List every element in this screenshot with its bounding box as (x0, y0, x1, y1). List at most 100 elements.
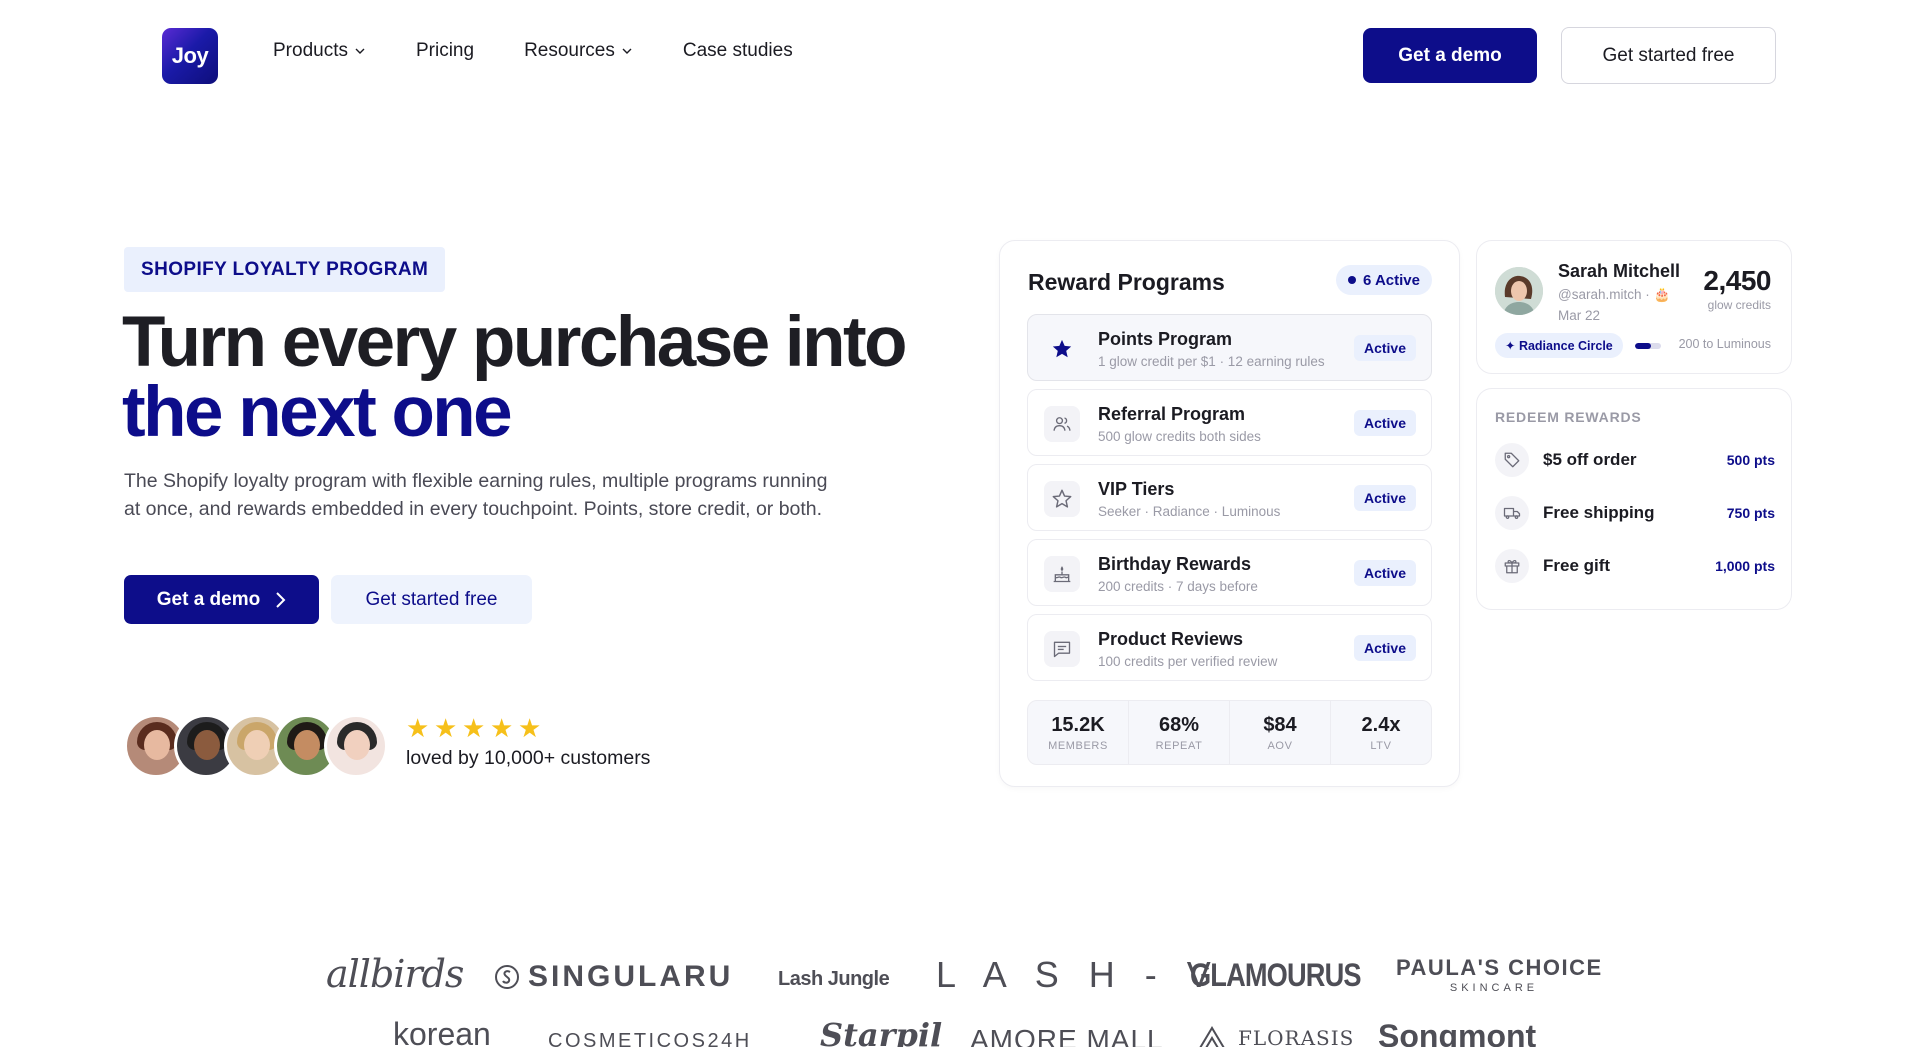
redeem-label: Free gift (1543, 556, 1611, 575)
brand-logo-paulas-choice: PAULA'S CHOICE SKINCARE (1396, 955, 1603, 994)
stat-value: 15.2K (1051, 713, 1105, 736)
eyebrow-badge: SHOPIFY LOYALTY PROGRAM (124, 247, 446, 292)
status-badge: Active (1353, 410, 1416, 436)
status-badge: Active (1353, 635, 1416, 661)
nav-pricing[interactable]: Pricing (416, 40, 474, 62)
truck-icon (1495, 496, 1529, 530)
program-desc: 1 glow credit per $1 · 12 earning rules (1098, 354, 1325, 369)
florasis-mark-icon (1199, 1026, 1225, 1047)
redeem-rewards-card: REDEEM REWARDS $5 off order 500 pts Free… (1476, 388, 1792, 610)
avatar (324, 714, 388, 778)
joy-logo[interactable]: Joy (162, 28, 218, 84)
member-card: Sarah Mitchell @sarah.mitch · 🎂 Mar 22 2… (1476, 240, 1792, 374)
headline-line-1: Turn every purchase into (122, 303, 908, 382)
users-icon (1044, 406, 1080, 442)
nav-resources[interactable]: Resources (524, 40, 633, 62)
message-icon (1044, 631, 1080, 667)
brand-logo-amore-mall: AMORE MALL (970, 1024, 1164, 1047)
program-birthday[interactable]: Birthday Rewards 200 credits · 7 days be… (1027, 539, 1432, 606)
star-icon: ★ (434, 713, 458, 743)
brand-logo-allbirds: allbirds (326, 952, 464, 996)
chevron-right-icon (276, 591, 286, 608)
hero-get-demo-label: Get a demo (156, 588, 261, 610)
star-outline-icon (1044, 481, 1080, 517)
hero-get-started-button[interactable]: Get started free (331, 575, 532, 624)
program-name: VIP Tiers (1098, 479, 1175, 499)
brand-logo-text: SINGULARU (528, 960, 734, 993)
get-demo-button[interactable]: Get a demo (1363, 28, 1537, 83)
program-reviews[interactable]: Product Reviews 100 credits per verified… (1027, 614, 1432, 681)
redeem-points: 1,000 pts (1715, 558, 1775, 574)
status-badge: Active (1353, 335, 1416, 361)
program-name: Referral Program (1098, 404, 1246, 424)
cake-icon (1044, 556, 1080, 592)
brand-logo-starpil: Starpil (820, 1016, 943, 1047)
tier-badge: ✦ Radiance Circle (1495, 333, 1623, 358)
brand-logo-lash-jungle: Lash Jungle (778, 968, 890, 990)
program-desc: 200 credits · 7 days before (1098, 579, 1258, 594)
reward-programs-card: Reward Programs 6 Active Points Program … (999, 240, 1460, 787)
chevron-down-icon (622, 48, 632, 54)
tier-progress-fill (1635, 343, 1651, 349)
brand-logo-singularu: SINGULARU (494, 960, 733, 994)
status-dot (1348, 276, 1357, 284)
program-stats: 15.2K MEMBERS 68% REPEAT $84 AOV 2.4x LT… (1027, 700, 1432, 765)
star-icon: ★ (490, 713, 514, 743)
program-desc: Seeker · Radiance · Luminous (1098, 504, 1281, 519)
program-vip-tiers[interactable]: VIP Tiers Seeker · Radiance · Luminous A… (1027, 464, 1432, 531)
chevron-down-icon (355, 48, 365, 54)
social-proof-text: loved by 10,000+ customers (406, 747, 651, 769)
redeem-points: 750 pts (1726, 505, 1775, 521)
program-name: Points Program (1098, 329, 1233, 349)
redeem-item-5-off[interactable]: $5 off order 500 pts (1495, 443, 1775, 477)
status-badge: Active (1353, 560, 1416, 586)
stat-value: $84 (1263, 713, 1297, 736)
brand-logo-lash-v: L A S H - V (936, 954, 1221, 995)
stat-value: 68% (1158, 713, 1200, 736)
stat-label: MEMBERS (1048, 739, 1108, 752)
top-nav: Joy Products Pricing Resources Case stud… (0, 0, 1920, 110)
stat-label: REPEAT (1155, 739, 1203, 752)
brand-logo-korean: korean (393, 1016, 491, 1047)
avatar (1495, 267, 1543, 315)
redeem-item-free-shipping[interactable]: Free shipping 750 pts (1495, 496, 1775, 530)
rating-stars: ★ ★ ★ ★ ★ (406, 713, 542, 743)
hero-subtext: The Shopify loyalty program with flexibl… (124, 470, 828, 520)
stat-ltv: 2.4x LTV (1331, 701, 1431, 764)
program-name: Birthday Rewards (1098, 554, 1252, 574)
get-started-button[interactable]: Get started free (1561, 27, 1776, 84)
program-desc: 100 credits per verified review (1098, 654, 1278, 669)
brand-logo-glamourus: GLAMOURUS (1190, 957, 1361, 993)
brand-logo-text: PAULA'S CHOICE (1396, 955, 1603, 980)
star-icon: ★ (406, 713, 430, 743)
stat-members: 15.2K MEMBERS (1028, 701, 1129, 764)
redeem-points: 500 pts (1726, 452, 1775, 468)
hero-get-demo-button[interactable]: Get a demo (124, 575, 319, 624)
hero-headline: Turn every purchase into the next one (122, 303, 908, 448)
brand-logo-subtext: SKINCARE (1449, 982, 1539, 994)
stat-label: LTV (1370, 739, 1392, 752)
nav-products[interactable]: Products (273, 40, 366, 62)
brand-logo-cosmeticos24h: COSMETICOS24H (548, 1030, 752, 1047)
program-points[interactable]: Points Program 1 glow credit per $1 · 12… (1027, 314, 1432, 381)
gift-icon (1495, 549, 1529, 583)
stat-label: AOV (1267, 739, 1293, 752)
nav-case-studies[interactable]: Case studies (683, 40, 793, 62)
member-handle: @sarah.mitch · 🎂 (1558, 287, 1671, 302)
redeem-title: REDEEM REWARDS (1495, 409, 1642, 425)
active-count-badge: 6 Active (1336, 265, 1432, 295)
active-count-label: 6 Active (1363, 271, 1420, 289)
brand-logo-text: FLORASIS (1238, 1026, 1355, 1047)
program-referral[interactable]: Referral Program 500 glow credits both s… (1027, 389, 1432, 456)
tag-icon (1495, 443, 1529, 477)
redeem-item-free-gift[interactable]: Free gift 1,000 pts (1495, 549, 1775, 583)
nav-resources-label: Resources (524, 40, 615, 61)
tier-next-text: 200 to Luminous (1678, 337, 1771, 351)
star-icon: ★ (518, 713, 542, 743)
redeem-label: $5 off order (1543, 450, 1637, 469)
member-birthday: Mar 22 (1558, 308, 1601, 323)
tier-progress-bar (1635, 343, 1661, 349)
member-name: Sarah Mitchell (1558, 261, 1681, 281)
member-points-label: glow credits (1707, 298, 1771, 312)
reward-programs-title: Reward Programs (1028, 269, 1225, 295)
